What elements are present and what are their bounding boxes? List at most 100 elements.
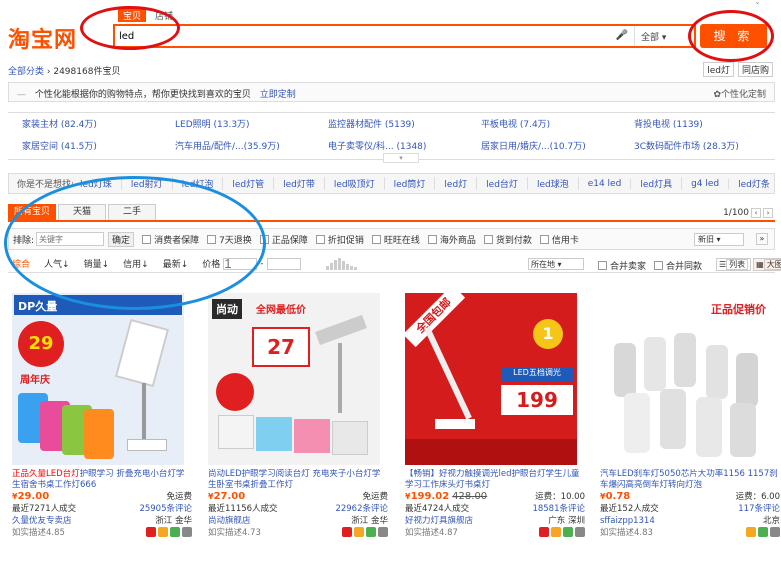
search-input[interactable]	[119, 28, 609, 44]
query-tags: led灯 同店购	[703, 62, 773, 77]
review-count[interactable]: 22962条评论	[335, 503, 388, 515]
guarantee-icon	[354, 527, 364, 537]
suggestion-item[interactable]: led筒灯	[394, 177, 436, 190]
filter-option[interactable]: 货到付款	[483, 233, 532, 246]
review-count[interactable]: 18581条评论	[532, 503, 585, 515]
shop-location: 广东 深圳	[548, 516, 585, 526]
price-histogram[interactable]	[325, 257, 357, 270]
return-icon	[563, 527, 573, 537]
chat-icon[interactable]	[182, 527, 192, 537]
filter-option[interactable]: 正品保障	[259, 233, 308, 246]
shop-name[interactable]: 尚动旗舰店	[208, 515, 251, 527]
suggestion-item[interactable]: led灯管	[232, 177, 275, 190]
product-image[interactable]: DP久量 29 周年庆	[12, 293, 184, 465]
customize-link[interactable]: 立即定制	[260, 90, 296, 100]
shop-name[interactable]: 好视力灯具旗舰店	[405, 515, 473, 527]
filter-option[interactable]: 海外商品	[427, 233, 476, 246]
product-card[interactable]: DP久量 29 周年庆 正品久量LED台灯护眼学习 折叠充电小台灯学生宿舍书桌工…	[12, 293, 192, 539]
product-image[interactable]: 正品促销价	[600, 293, 772, 465]
filter-option[interactable]: 折扣促销	[315, 233, 364, 246]
breadcrumb-all-categories[interactable]: 全部分类	[8, 67, 44, 77]
price-value: 27.00	[213, 491, 246, 502]
list-view-label: 列表	[726, 259, 749, 270]
suggestion-item[interactable]: led灯条	[738, 177, 774, 190]
product-image[interactable]: 全国包邮 1 LED五档调光 199	[405, 293, 577, 465]
checkbox[interactable]	[598, 261, 607, 270]
filter-option[interactable]: 旺旺在线	[371, 233, 420, 246]
product-title[interactable]: 【畅销】好视力触摸调光led护眼台灯学生儿童学习工作床头灯书桌灯	[405, 469, 585, 491]
price-max-input[interactable]	[266, 257, 301, 270]
return-icon	[758, 527, 768, 537]
product-title-text: 汽车LED刹车灯5050芯片大功率1156 1157刹车爆闪高亮倒车灯转向灯泡	[600, 469, 778, 490]
product-title[interactable]: 汽车LED刹车灯5050芯片大功率1156 1157刹车爆闪高亮倒车灯转向灯泡	[600, 469, 780, 491]
category-item[interactable]: 汽车用品/配件/...(35.9万)	[175, 139, 328, 155]
chat-icon[interactable]	[378, 527, 388, 537]
suggestion-item[interactable]: led灯带	[283, 177, 325, 190]
view-toggle: ☰ 列表 ▦ 大图	[716, 258, 781, 271]
next-page-button[interactable]: ›	[763, 208, 773, 218]
checkbox[interactable]	[654, 261, 663, 270]
suggestion-item[interactable]: led灯具	[640, 177, 683, 190]
search-scope-select[interactable]: 全部 ▾	[634, 26, 694, 46]
category-item[interactable]: 家居空间 (41.5万)	[22, 139, 175, 155]
shop-name[interactable]: 久量优友专卖店	[12, 515, 72, 527]
new-old-select[interactable]: 新旧 ▾	[694, 233, 744, 246]
checkbox[interactable]	[315, 234, 325, 244]
suggestion-item[interactable]: led球泡	[537, 177, 579, 190]
expand-filter-icon[interactable]: »	[756, 233, 768, 245]
suggestion-item[interactable]: g4 led	[691, 178, 730, 189]
checkbox[interactable]	[427, 234, 437, 244]
category-item[interactable]: 居家日用/婚庆/...(10.7万)	[481, 139, 634, 155]
product-card[interactable]: 尚动 全网最低价 27 尚动LED护眼学习阅读台灯 充电夹子小台灯学生卧室书桌折…	[208, 293, 388, 539]
suggestion-item[interactable]: led台灯	[486, 177, 528, 190]
category-item[interactable]: 家装主材 (82.4万)	[22, 117, 175, 133]
product-card[interactable]: 正品促销价 汽车LED刹车灯5050芯片大功率1156 1157刹车爆闪高亮倒车…	[600, 293, 780, 539]
price-badge: 29	[18, 321, 64, 367]
personalize-settings[interactable]: ✿个性化定制	[713, 87, 766, 100]
review-count[interactable]: 25905条评论	[139, 503, 192, 515]
chat-icon[interactable]	[575, 527, 585, 537]
grid-view-button[interactable]: ▦ 大图	[753, 258, 781, 271]
checkbox[interactable]	[539, 234, 549, 244]
personalization-bar: — 个性化能根据你的购物特点，帮你更快找到喜欢的宝贝 立即定制 ✿个性化定制	[8, 82, 775, 102]
return-icon	[366, 527, 376, 537]
product-title[interactable]: 正品久量LED台灯护眼学习 折叠充电小台灯学生宿舍书桌工作灯666	[12, 469, 192, 491]
category-item[interactable]: 监控器材配件 (5139)	[328, 117, 481, 133]
taobao-logo[interactable]: 淘宝网	[8, 22, 77, 54]
prev-page-button[interactable]: ‹	[751, 208, 761, 218]
merge-seller-option[interactable]: 合并卖家	[598, 259, 646, 272]
product-card[interactable]: 全国包邮 1 LED五档调光 199 【畅销】好视力触摸调光led护眼台灯学生儿…	[405, 293, 585, 539]
expand-categories-button[interactable]: ▾	[383, 153, 419, 163]
minus-icon: —	[17, 90, 26, 100]
list-view-button[interactable]: ☰ 列表	[716, 258, 752, 271]
tag-led[interactable]: led灯	[703, 62, 734, 77]
filter-option[interactable]: 信用卡	[539, 233, 579, 246]
checkbox[interactable]	[483, 234, 493, 244]
suggestion-item[interactable]: led吸顶灯	[334, 177, 385, 190]
category-item[interactable]: 3C数码配件市场 (28.3万)	[634, 139, 781, 155]
chat-icon[interactable]	[770, 527, 780, 537]
checkbox[interactable]	[371, 234, 381, 244]
tag-same-shop[interactable]: 同店购	[737, 62, 773, 77]
category-item[interactable]: LED照明 (13.3万)	[175, 117, 328, 133]
grid-view-label: 大图	[763, 259, 781, 270]
promo-text: LED五档调光	[501, 367, 573, 381]
sales-count: 最近7271人成交	[12, 504, 77, 514]
return-icon	[170, 527, 180, 537]
suggestion-item[interactable]: led灯	[444, 177, 478, 190]
breadcrumb: 全部分类 › 2498168件宝贝	[8, 64, 120, 77]
sales-count: 最近11156人成交	[208, 504, 278, 514]
review-count[interactable]: 117条评论	[738, 503, 780, 515]
location-select[interactable]: 所在地 ▾	[528, 258, 584, 270]
microphone-icon[interactable]: 🎤	[616, 30, 628, 41]
close-icon[interactable]: ˇ	[755, 2, 760, 13]
product-image[interactable]: 尚动 全网最低价 27	[208, 293, 380, 465]
merge-same-option[interactable]: 合并同款	[654, 259, 702, 272]
category-item[interactable]: 背投电视 (1139)	[634, 117, 781, 133]
guarantee-icon	[158, 527, 168, 537]
suggestion-item[interactable]: e14 led	[588, 178, 632, 189]
product-price: ¥27.00	[208, 491, 246, 502]
category-item[interactable]: 平板电视 (7.4万)	[481, 117, 634, 133]
shop-name[interactable]: sffaizpp1314	[600, 515, 655, 527]
product-title[interactable]: 尚动LED护眼学习阅读台灯 充电夹子小台灯学生卧室书桌折叠工作灯	[208, 469, 388, 491]
